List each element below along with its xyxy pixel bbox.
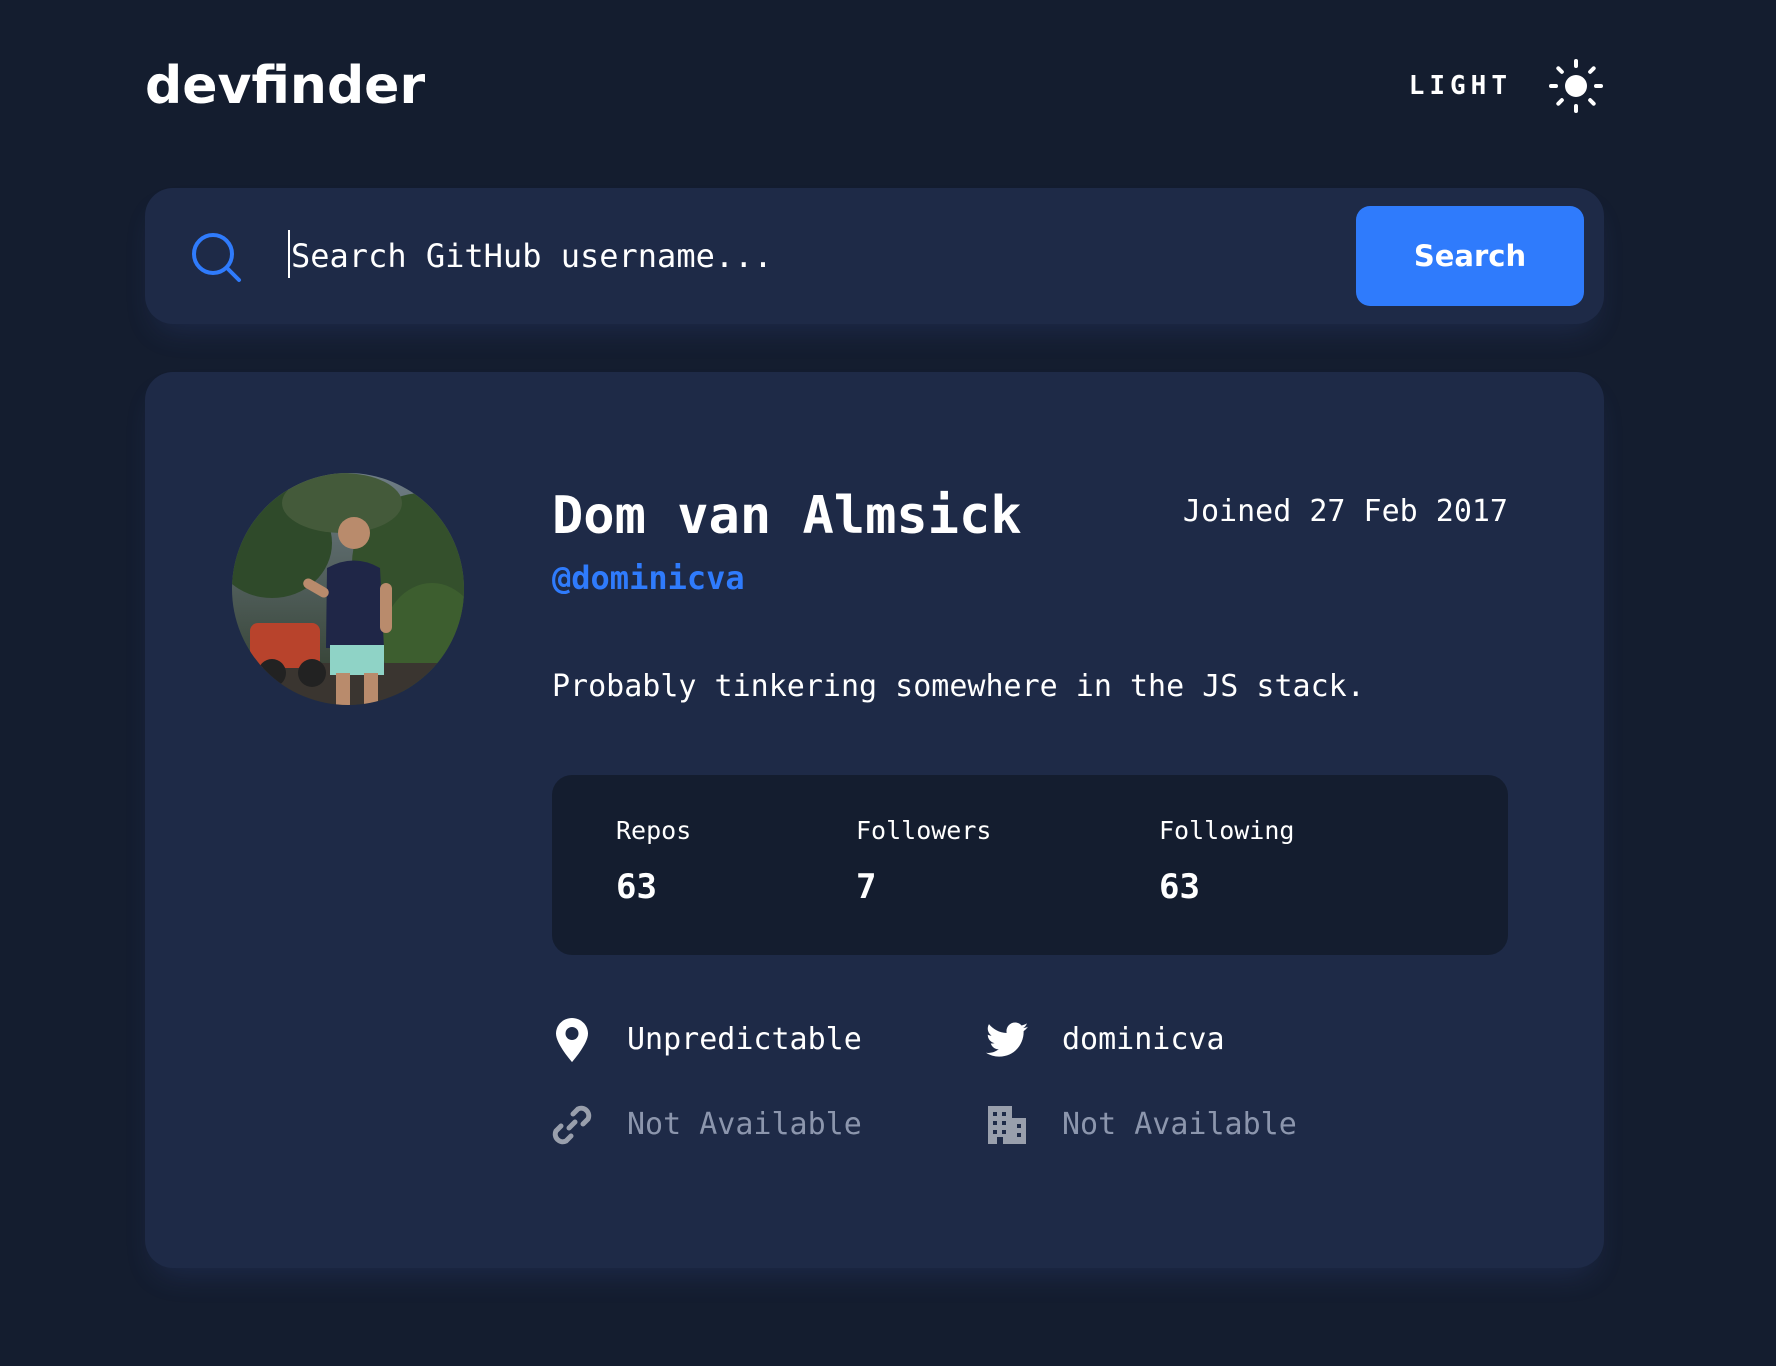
search-input[interactable] (283, 222, 1291, 290)
twitter-icon (985, 1018, 1029, 1062)
sun-icon (1549, 59, 1603, 113)
avatar-photo-icon (232, 473, 464, 705)
stat-repos-label: Repos (616, 816, 692, 845)
stat-following: Following 63 (1159, 815, 1294, 907)
stat-following-label: Following (1159, 816, 1295, 845)
location-text: Unpredictable (627, 1022, 862, 1057)
profile-name: Dom van Almsick (552, 486, 1022, 546)
stat-following-value: 63 (1159, 867, 1200, 907)
text-caret (288, 230, 290, 278)
app-header: devfinder LIGHT (145, 50, 1604, 122)
website-item: Not Available (550, 1101, 862, 1149)
stats-panel: Repos 63 Followers 7 Following 63 (552, 775, 1508, 955)
company-item: Not Available (985, 1101, 1297, 1149)
stat-followers-label: Followers (856, 816, 992, 845)
building-icon (985, 1103, 1029, 1147)
stat-followers: Followers 7 (856, 815, 991, 907)
stat-followers-value: 7 (856, 867, 877, 907)
avatar (232, 473, 464, 705)
theme-toggle-button[interactable]: LIGHT (1409, 50, 1604, 122)
search-button[interactable]: Search (1356, 206, 1584, 306)
twitter-item[interactable]: dominicva (985, 1016, 1225, 1064)
stat-repos-value: 63 (616, 867, 657, 907)
link-icon (550, 1103, 594, 1147)
profile-bio: Probably tinkering somewhere in the JS s… (552, 669, 1365, 704)
profile-handle-link[interactable]: @dominicva (552, 558, 745, 598)
stat-repos: Repos 63 (616, 815, 691, 907)
twitter-text: dominicva (1062, 1022, 1225, 1057)
search-bar: Search (145, 188, 1604, 324)
joined-date: Joined 27 Feb 2017 (1182, 494, 1508, 529)
location-item: Unpredictable (550, 1016, 862, 1064)
app-logo: devfinder (145, 56, 426, 116)
website-text: Not Available (627, 1107, 862, 1142)
location-pin-icon (550, 1018, 594, 1062)
search-icon (192, 233, 241, 282)
profile-card: Dom van Almsick Joined 27 Feb 2017 @domi… (145, 372, 1604, 1268)
company-text: Not Available (1062, 1107, 1297, 1142)
theme-toggle-label: LIGHT (1408, 71, 1512, 101)
